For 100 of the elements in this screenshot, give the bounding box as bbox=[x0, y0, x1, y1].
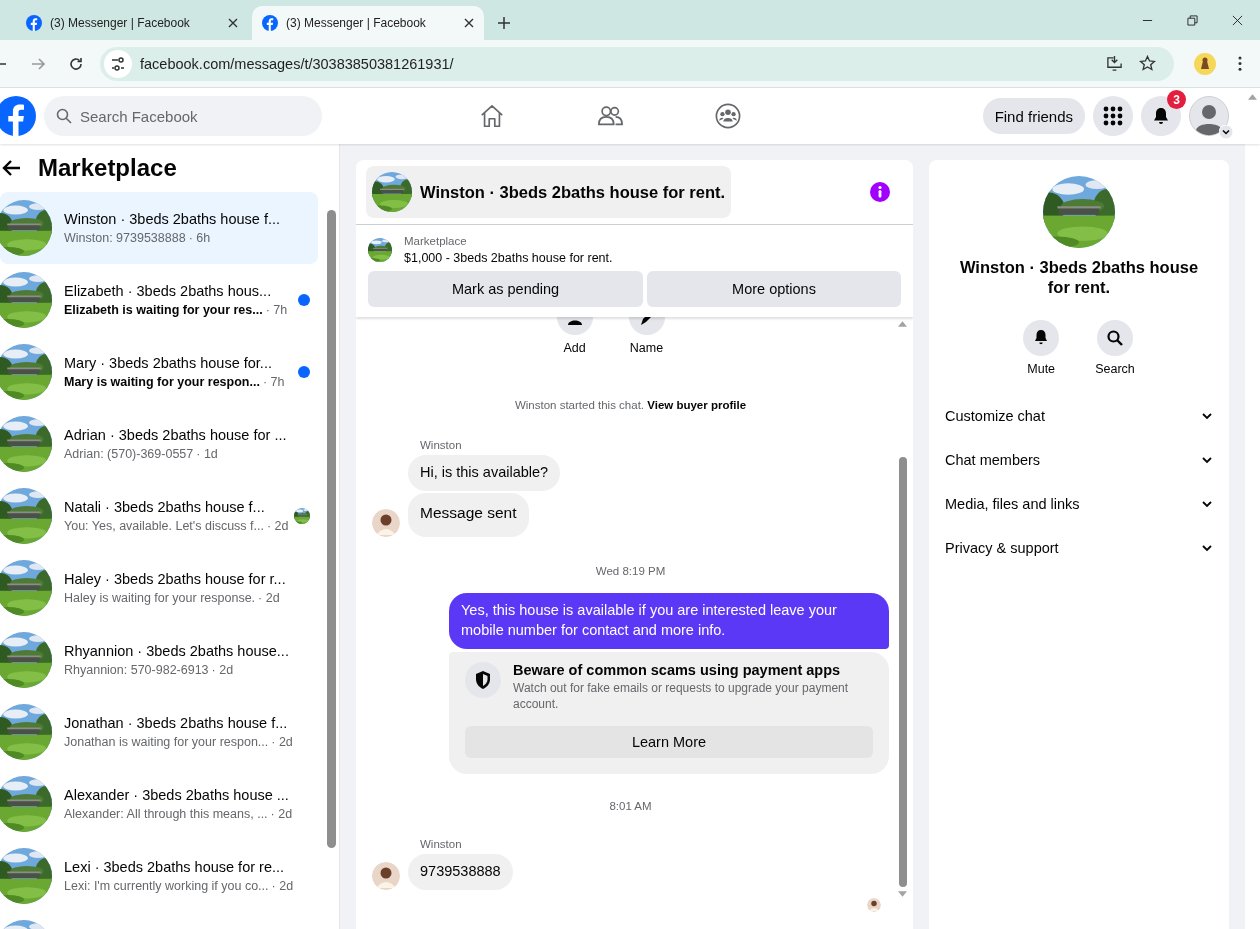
conversation-title: Haley · 3beds 2baths house for r... bbox=[64, 571, 287, 587]
conversation-title: Mary · 3beds 2baths house for... bbox=[64, 355, 273, 371]
listing-action-button[interactable]: More options bbox=[647, 271, 901, 307]
section-header[interactable]: Chat members bbox=[929, 437, 1229, 482]
message-preview: Rhyannion: 570-982-6913 bbox=[64, 663, 209, 677]
message-bubble: Yes, this house is available if you are interested leave your mobile number for contact and more info. bbox=[449, 593, 889, 649]
conversation-title: Alexander · 3beds 2baths house ... bbox=[64, 787, 290, 803]
conversation-item[interactable]: Rhyannion · 3beds 2baths house... Rhyannion: 570-982-6913 · 2d bbox=[0, 624, 318, 696]
timestamp: · 2d bbox=[270, 807, 293, 821]
conversation-item[interactable]: Winston · 3beds 2baths house f... Winston: 9739538888 · 6h bbox=[0, 192, 318, 264]
message-preview: You: Yes, available. Let's discuss f... bbox=[64, 519, 264, 533]
listing-action-button[interactable]: Mark as pending bbox=[368, 271, 643, 307]
message-bubble: 9739538888 bbox=[408, 854, 513, 890]
conversation-item[interactable]: Elizabeth · 3beds 2baths hous... Elizabeth is waiting for your res... · 7h bbox=[0, 264, 318, 336]
conversation-item[interactable]: Mary · 3beds 2baths house for... Mary is waiting for your respon... · 7h bbox=[0, 336, 318, 408]
section-header[interactable]: Privacy & support bbox=[929, 525, 1229, 570]
action-label: Search bbox=[1095, 361, 1135, 376]
conversation-title: Rhyannion · 3beds 2baths house... bbox=[64, 643, 290, 659]
message-preview: Winston: 9739538888 bbox=[64, 231, 186, 245]
chevron-down-icon[interactable] bbox=[1219, 125, 1233, 139]
address-bar[interactable]: facebook.com/messages/t/30383850381261931/ bbox=[100, 46, 1174, 81]
message-bubble: Message sent bbox=[408, 492, 529, 538]
action-label: Mute bbox=[1027, 361, 1056, 376]
apps-button[interactable] bbox=[1093, 96, 1133, 136]
section-label: Customize chat bbox=[945, 407, 1045, 424]
search-field[interactable]: Search Facebook bbox=[44, 96, 322, 136]
timestamp: · 2d bbox=[211, 663, 234, 677]
groups-icon[interactable] bbox=[715, 103, 741, 129]
browser-tab[interactable]: (3) Messenger | Facebook bbox=[16, 6, 248, 40]
menu-icon[interactable] bbox=[1238, 56, 1242, 71]
action-label: Add bbox=[563, 341, 586, 355]
conversation-item[interactable]: Alexander · 3beds 2baths house ... Alexander: All through this means, ... · 2d bbox=[0, 768, 318, 840]
conversation-item[interactable]: Haley · 3beds 2baths house for r... Haley is waiting for your response. · 2d bbox=[0, 552, 318, 624]
profile-avatar[interactable] bbox=[1189, 96, 1229, 136]
section-header[interactable]: Media, files and links bbox=[929, 481, 1229, 526]
conversation-title: Adrian · 3beds 2baths house for ... bbox=[64, 427, 288, 443]
message-time: 8:01 AM bbox=[608, 800, 653, 812]
notifications-button[interactable] bbox=[1141, 96, 1181, 136]
timestamp: · 2d bbox=[271, 735, 293, 749]
pencil-icon[interactable] bbox=[628, 317, 665, 335]
message-preview: Mary is waiting for your respon... bbox=[64, 375, 260, 389]
section-label: Chat members bbox=[945, 451, 1041, 468]
extension-icon[interactable] bbox=[1194, 52, 1216, 75]
timestamp: · 2d bbox=[267, 519, 289, 533]
sidebar-title: Marketplace bbox=[38, 154, 177, 182]
action-label: Name bbox=[629, 341, 664, 355]
person-add-icon[interactable] bbox=[556, 317, 593, 335]
warning-text: Watch out for fake emails or requests to upgrade your payment account. bbox=[513, 679, 850, 712]
logo-icon[interactable] bbox=[0, 96, 36, 136]
sender-name: Winston bbox=[420, 439, 463, 451]
find-friends-button[interactable]: Find friends bbox=[982, 98, 1085, 134]
close-icon[interactable] bbox=[1232, 15, 1243, 26]
message-preview: Lexi: I'm currently working if you co... bbox=[64, 879, 269, 893]
conversation-item[interactable]: Lexi · 3beds 2baths house for re... Lexi: I'm currently working if you co... · 2d bbox=[0, 840, 318, 912]
learn-more-button[interactable]: Learn More bbox=[465, 726, 873, 758]
warning-title: Beware of common scams using payment apps bbox=[513, 661, 842, 678]
timestamp: · 2d bbox=[271, 879, 294, 893]
forward-icon[interactable] bbox=[30, 55, 46, 72]
back-icon[interactable] bbox=[2, 158, 22, 178]
restore-icon[interactable] bbox=[1187, 15, 1198, 26]
listing-summary: $1,000 - 3beds 2baths house for rent. bbox=[404, 251, 613, 265]
conversation-item[interactable]: Jonathan · 3beds 2baths house f... Jonathan is waiting for your respon... · 2d bbox=[0, 696, 318, 768]
section-header[interactable]: Customize chat bbox=[929, 393, 1229, 438]
conversation-item[interactable]: Natali · 3beds 2baths house f... You: Yes, available. Let's discuss f... · 2d bbox=[0, 480, 318, 552]
message-bubble: Hi, is this available? bbox=[408, 455, 561, 491]
timestamp: · 7h bbox=[262, 375, 285, 389]
conversation-title: Elizabeth · 3beds 2baths hous... bbox=[64, 283, 273, 299]
avatar bbox=[867, 897, 881, 912]
logo-icon bbox=[262, 15, 278, 31]
star-icon[interactable] bbox=[1139, 55, 1156, 72]
grid-icon bbox=[1103, 106, 1123, 126]
info-icon[interactable] bbox=[870, 182, 890, 202]
unread-dot bbox=[298, 294, 310, 306]
unread-dot bbox=[298, 366, 310, 378]
section-label: Media, files and links bbox=[945, 495, 1080, 512]
notification-count: 3 bbox=[1167, 90, 1186, 109]
close-icon[interactable] bbox=[228, 18, 238, 28]
chat-title-button[interactable]: Winston · 3beds 2baths house for rent. bbox=[366, 166, 732, 218]
site-settings-icon[interactable] bbox=[104, 49, 132, 78]
listing-source: Marketplace bbox=[404, 235, 468, 247]
section-label: Privacy & support bbox=[945, 539, 1059, 556]
message-preview: Elizabeth is waiting for your res... bbox=[64, 303, 263, 317]
message-preview: Adrian: (570)-369-0557 bbox=[64, 447, 194, 461]
logo-icon bbox=[26, 15, 42, 31]
reload-icon[interactable] bbox=[68, 55, 84, 72]
shield-icon bbox=[465, 661, 501, 698]
conversation-title: Winston · 3beds 2baths house f... bbox=[64, 211, 281, 227]
buyer-profile-link[interactable]: View buyer profile bbox=[647, 399, 747, 411]
message-preview: Haley is waiting for your response. bbox=[64, 591, 256, 605]
close-icon[interactable] bbox=[464, 18, 474, 28]
timestamp: · 7h bbox=[265, 303, 288, 317]
install-icon[interactable] bbox=[1106, 55, 1123, 72]
conversation-name: Winston · 3beds 2baths house for rent. bbox=[958, 258, 1200, 298]
plus-icon[interactable] bbox=[498, 17, 510, 29]
home-icon[interactable] bbox=[479, 103, 505, 129]
message-time: Wed 8:19 PM bbox=[594, 565, 667, 578]
conversation-item[interactable]: Adrian · 3beds 2baths house for ... Adrian: (570)-369-0557 · 1d bbox=[0, 408, 318, 480]
browser-tab[interactable]: (3) Messenger | Facebook bbox=[252, 6, 484, 40]
search-icon[interactable] bbox=[1097, 319, 1133, 356]
bell-icon[interactable] bbox=[1023, 319, 1060, 356]
